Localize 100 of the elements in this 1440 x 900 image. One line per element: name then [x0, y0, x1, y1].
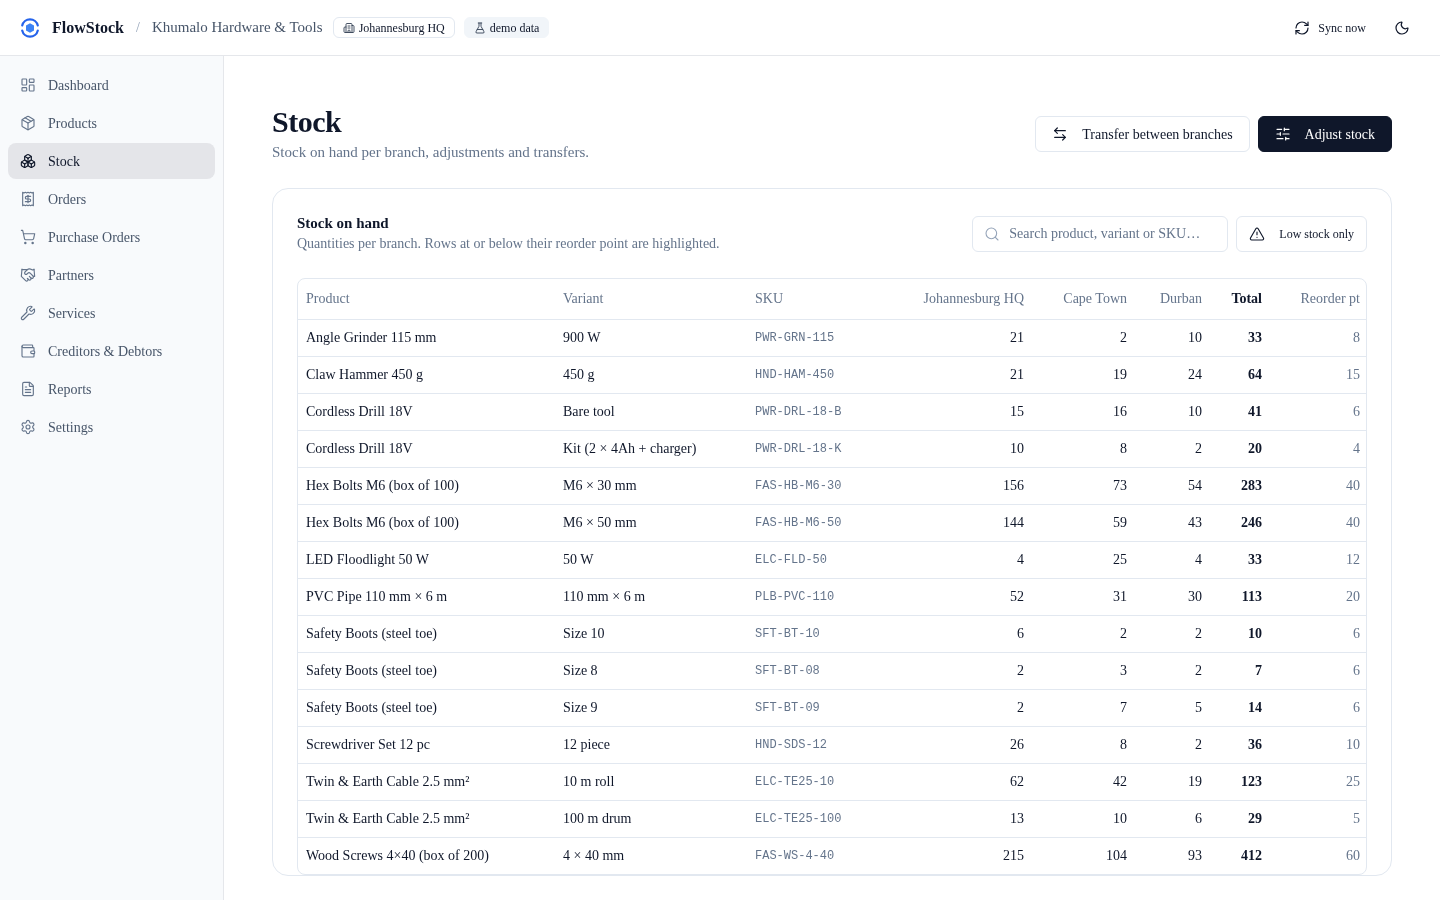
table-cell: 13: [897, 800, 1032, 837]
sidebar-item[interactable]: Creditors & Debtors: [8, 333, 215, 369]
column-header: Johannesburg HQ: [897, 279, 1032, 319]
table-cell: 25: [1270, 763, 1366, 800]
table-cell: FAS-HB-M6-50: [747, 504, 897, 541]
table-cell: Angle Grinder 115 mm: [298, 319, 555, 356]
table-cell: M6 × 30 mm: [555, 467, 747, 504]
breadcrumb-separator: /: [136, 19, 140, 37]
table-cell: Bare tool: [555, 393, 747, 430]
table-cell: FAS-WS-4-40: [747, 837, 897, 874]
table-cell: 6: [1135, 800, 1210, 837]
document-icon: [20, 381, 36, 397]
table-cell: 10: [897, 430, 1032, 467]
logo-icon: [20, 17, 40, 38]
table-cell: 21: [897, 319, 1032, 356]
table-cell: PWR-DRL-18-K: [747, 430, 897, 467]
moon-icon: [1394, 19, 1410, 36]
sidebar-item[interactable]: Partners: [8, 257, 215, 293]
table-cell: SFT-BT-08: [747, 652, 897, 689]
table-cell: 2: [1135, 430, 1210, 467]
building-icon: [342, 21, 355, 34]
table-cell: 412: [1210, 837, 1270, 874]
card-title: Stock on hand: [297, 214, 390, 233]
table-cell: 4 × 40 mm: [555, 837, 747, 874]
sidebar-item[interactable]: Purchase Orders: [8, 219, 215, 255]
table-cell: HND-SDS-12: [747, 726, 897, 763]
sidebar-item[interactable]: Stock: [8, 143, 215, 179]
table-cell: 15: [897, 393, 1032, 430]
table-cell: 16: [1032, 393, 1135, 430]
table-cell: Safety Boots (steel toe): [298, 615, 555, 652]
package-icon: [20, 115, 36, 131]
low-stock-filter-button[interactable]: Low stock only: [1236, 216, 1367, 252]
table-cell: 6: [1270, 652, 1366, 689]
table-cell: ELC-FLD-50: [747, 541, 897, 578]
page-subtitle: Stock on hand per branch, adjustments and transfers.: [272, 143, 589, 162]
table-cell: 52: [897, 578, 1032, 615]
column-header: SKU: [747, 279, 897, 319]
table-cell: ELC-TE25-10: [747, 763, 897, 800]
column-header: Variant: [555, 279, 747, 319]
table-cell: HND-HAM-450: [747, 356, 897, 393]
table-cell: 6: [1270, 393, 1366, 430]
table-cell: 42: [1032, 763, 1135, 800]
table-cell: 12: [1270, 541, 1366, 578]
table-cell: 15: [1270, 356, 1366, 393]
sidebar-item[interactable]: Reports: [8, 371, 215, 407]
table-cell: 2: [897, 652, 1032, 689]
dashboard-icon: [20, 77, 36, 93]
column-header: Product: [298, 279, 555, 319]
table-cell: 5: [1270, 800, 1366, 837]
wallet-icon: [20, 343, 36, 359]
table-cell: 450 g: [555, 356, 747, 393]
table-cell: 2: [897, 689, 1032, 726]
table-cell: 5: [1135, 689, 1210, 726]
sidebar-item[interactable]: Products: [8, 105, 215, 141]
table-cell: 4: [1135, 541, 1210, 578]
brand-name: FlowStock: [52, 17, 124, 38]
table-cell: PWR-GRN-115: [747, 319, 897, 356]
table-cell: 36: [1210, 726, 1270, 763]
table-cell: 20: [1210, 430, 1270, 467]
table-cell: 50 W: [555, 541, 747, 578]
table-cell: 104: [1032, 837, 1135, 874]
table-cell: 10: [1135, 393, 1210, 430]
table-cell: 900 W: [555, 319, 747, 356]
table-cell: PLB-PVC-110: [747, 578, 897, 615]
flask-icon: [473, 21, 486, 34]
table-cell: 7: [1032, 689, 1135, 726]
table-cell: Wood Screws 4×40 (box of 200): [298, 837, 555, 874]
table-cell: Kit (2 × 4Ah + charger): [555, 430, 747, 467]
transfer-button[interactable]: Transfer between branches: [1035, 116, 1250, 152]
table-cell: SFT-BT-10: [747, 615, 897, 652]
table-cell: 2: [1032, 615, 1135, 652]
table-cell: 4: [897, 541, 1032, 578]
table-cell: 6: [897, 615, 1032, 652]
table-cell: 283: [1210, 467, 1270, 504]
adjust-stock-button[interactable]: Adjust stock: [1257, 116, 1392, 152]
sidebar-item[interactable]: Dashboard: [8, 67, 215, 103]
search-field[interactable]: Search product, variant or SKU…: [972, 216, 1229, 252]
table-cell: SFT-BT-09: [747, 689, 897, 726]
table-cell: 59: [1032, 504, 1135, 541]
table-cell: 21: [897, 356, 1032, 393]
sidebar-item[interactable]: Orders: [8, 181, 215, 217]
table-cell: 33: [1210, 319, 1270, 356]
table-cell: Hex Bolts M6 (box of 100): [298, 504, 555, 541]
table-cell: FAS-HB-M6-30: [747, 467, 897, 504]
table-cell: 246: [1210, 504, 1270, 541]
branch-badge: Johannesburg HQ: [332, 17, 455, 38]
table-cell: 19: [1032, 356, 1135, 393]
sidebar-item[interactable]: Services: [8, 295, 215, 331]
company-name: Khumalo Hardware & Tools: [151, 18, 323, 38]
table-cell: 8: [1270, 319, 1366, 356]
column-header: Reorder pt: [1270, 279, 1366, 319]
sync-button[interactable]: Sync now: [1286, 14, 1374, 41]
table-cell: 2: [1135, 615, 1210, 652]
sidebar-item[interactable]: Settings: [8, 409, 215, 445]
table-cell: 62: [897, 763, 1032, 800]
table-cell: 2: [1135, 726, 1210, 763]
column-header: Cape Town: [1032, 279, 1135, 319]
table-cell: Size 10: [555, 615, 747, 652]
page-title: Stock: [272, 104, 343, 140]
table-cell: Twin & Earth Cable 2.5 mm²: [298, 763, 555, 800]
